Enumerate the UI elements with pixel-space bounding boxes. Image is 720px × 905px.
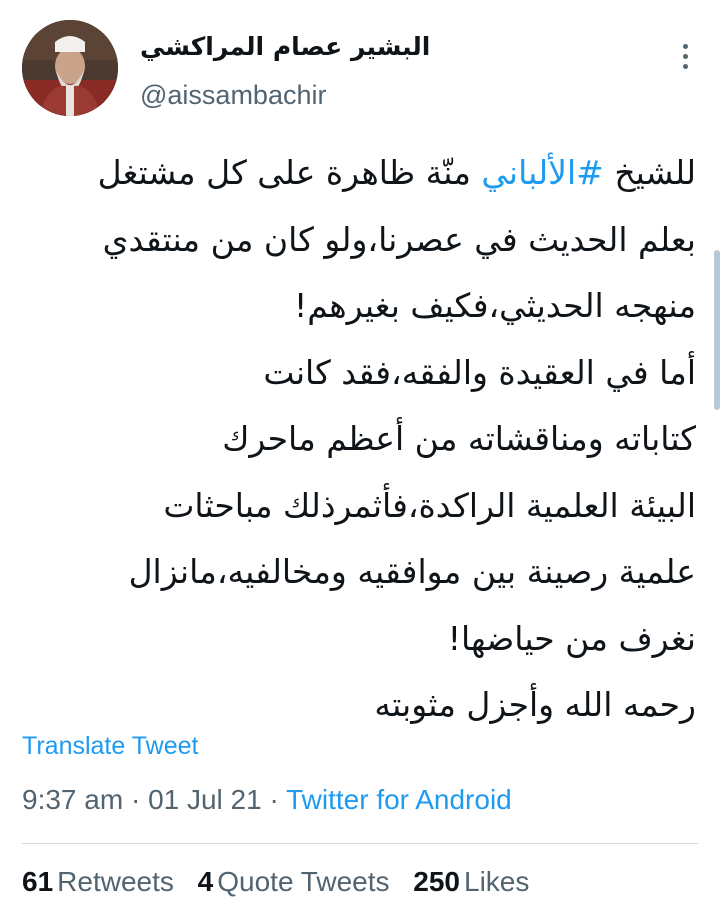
tweet-line: البيئة العلمية الراكدة،فأثمرذلك مباحثات bbox=[163, 485, 696, 525]
retweets-count: 61 bbox=[22, 866, 54, 897]
retweets-label: Retweets bbox=[57, 866, 174, 897]
tweet-line: أما في العقيدة والفقه،فقد كانت bbox=[263, 352, 696, 392]
dot bbox=[682, 53, 688, 59]
tweet-text: للشيخ #الألباني منّة ظاهرة على كل مشتغل … bbox=[20, 140, 696, 739]
vertical-ellipsis-icon[interactable] bbox=[670, 34, 700, 78]
tweet-line: بعلم الحديث في عصرنا،ولو كان من منتقدي bbox=[102, 219, 696, 259]
divider bbox=[22, 843, 698, 844]
tweet-detail-page: البشير عصام المراكشي @aissambachir للشيخ… bbox=[0, 0, 720, 905]
scrollbar[interactable] bbox=[714, 250, 720, 410]
quote-tweets-count: 4 bbox=[197, 866, 214, 897]
tweet-line: نغرف من حياضها! bbox=[447, 618, 696, 658]
quote-tweets-stat[interactable]: 4 Quote Tweets bbox=[198, 866, 390, 898]
likes-label: Likes bbox=[464, 866, 530, 897]
dot bbox=[682, 43, 688, 49]
meta-separator: · bbox=[123, 784, 149, 815]
tweet-text-segment: منّة ظاهرة على كل مشتغل bbox=[97, 153, 482, 192]
tweet-stats: 61 Retweets 4 Quote Tweets 250 Likes bbox=[22, 866, 545, 898]
likes-stat[interactable]: 250 Likes bbox=[413, 866, 529, 898]
tweet-line: منهجه الحديثي،فكيف بغيرهم! bbox=[294, 286, 696, 325]
tweet-line: للشيخ #الألباني منّة ظاهرة على كل مشتغل bbox=[20, 140, 696, 207]
dot bbox=[682, 63, 688, 69]
tweet-source-link[interactable]: Twitter for Android bbox=[286, 784, 512, 815]
tweet-line: رحمه الله وأجزل مثوبته bbox=[374, 685, 696, 724]
meta-separator: · bbox=[261, 784, 287, 815]
tweet-line: كتاباته ومناقشاته من أعظم ماحرك bbox=[222, 419, 696, 458]
tweet-header: البشير عصام المراكشي @aissambachir bbox=[22, 20, 720, 120]
profile-photo-icon bbox=[22, 20, 118, 116]
tweet-meta: 9:37 am · 01 Jul 21 · Twitter for Androi… bbox=[22, 784, 512, 816]
retweets-stat[interactable]: 61 Retweets bbox=[22, 866, 174, 898]
tweet-text-segment: للشيخ bbox=[603, 153, 696, 192]
user-handle[interactable]: @aissambachir bbox=[140, 80, 326, 111]
likes-count: 250 bbox=[413, 866, 460, 897]
quote-tweets-label: Quote Tweets bbox=[217, 866, 390, 897]
hashtag-link[interactable]: #الألباني bbox=[481, 153, 603, 192]
tweet-line: علمية رصينة بين موافقيه ومخالفيه،مانزال bbox=[128, 552, 696, 591]
translate-tweet-link[interactable]: Translate Tweet bbox=[22, 732, 198, 761]
tweet-date[interactable]: 01 Jul 21 bbox=[148, 784, 262, 815]
avatar[interactable] bbox=[22, 20, 118, 116]
tweet-time[interactable]: 9:37 am bbox=[22, 784, 123, 815]
display-name[interactable]: البشير عصام المراكشي bbox=[140, 32, 430, 61]
